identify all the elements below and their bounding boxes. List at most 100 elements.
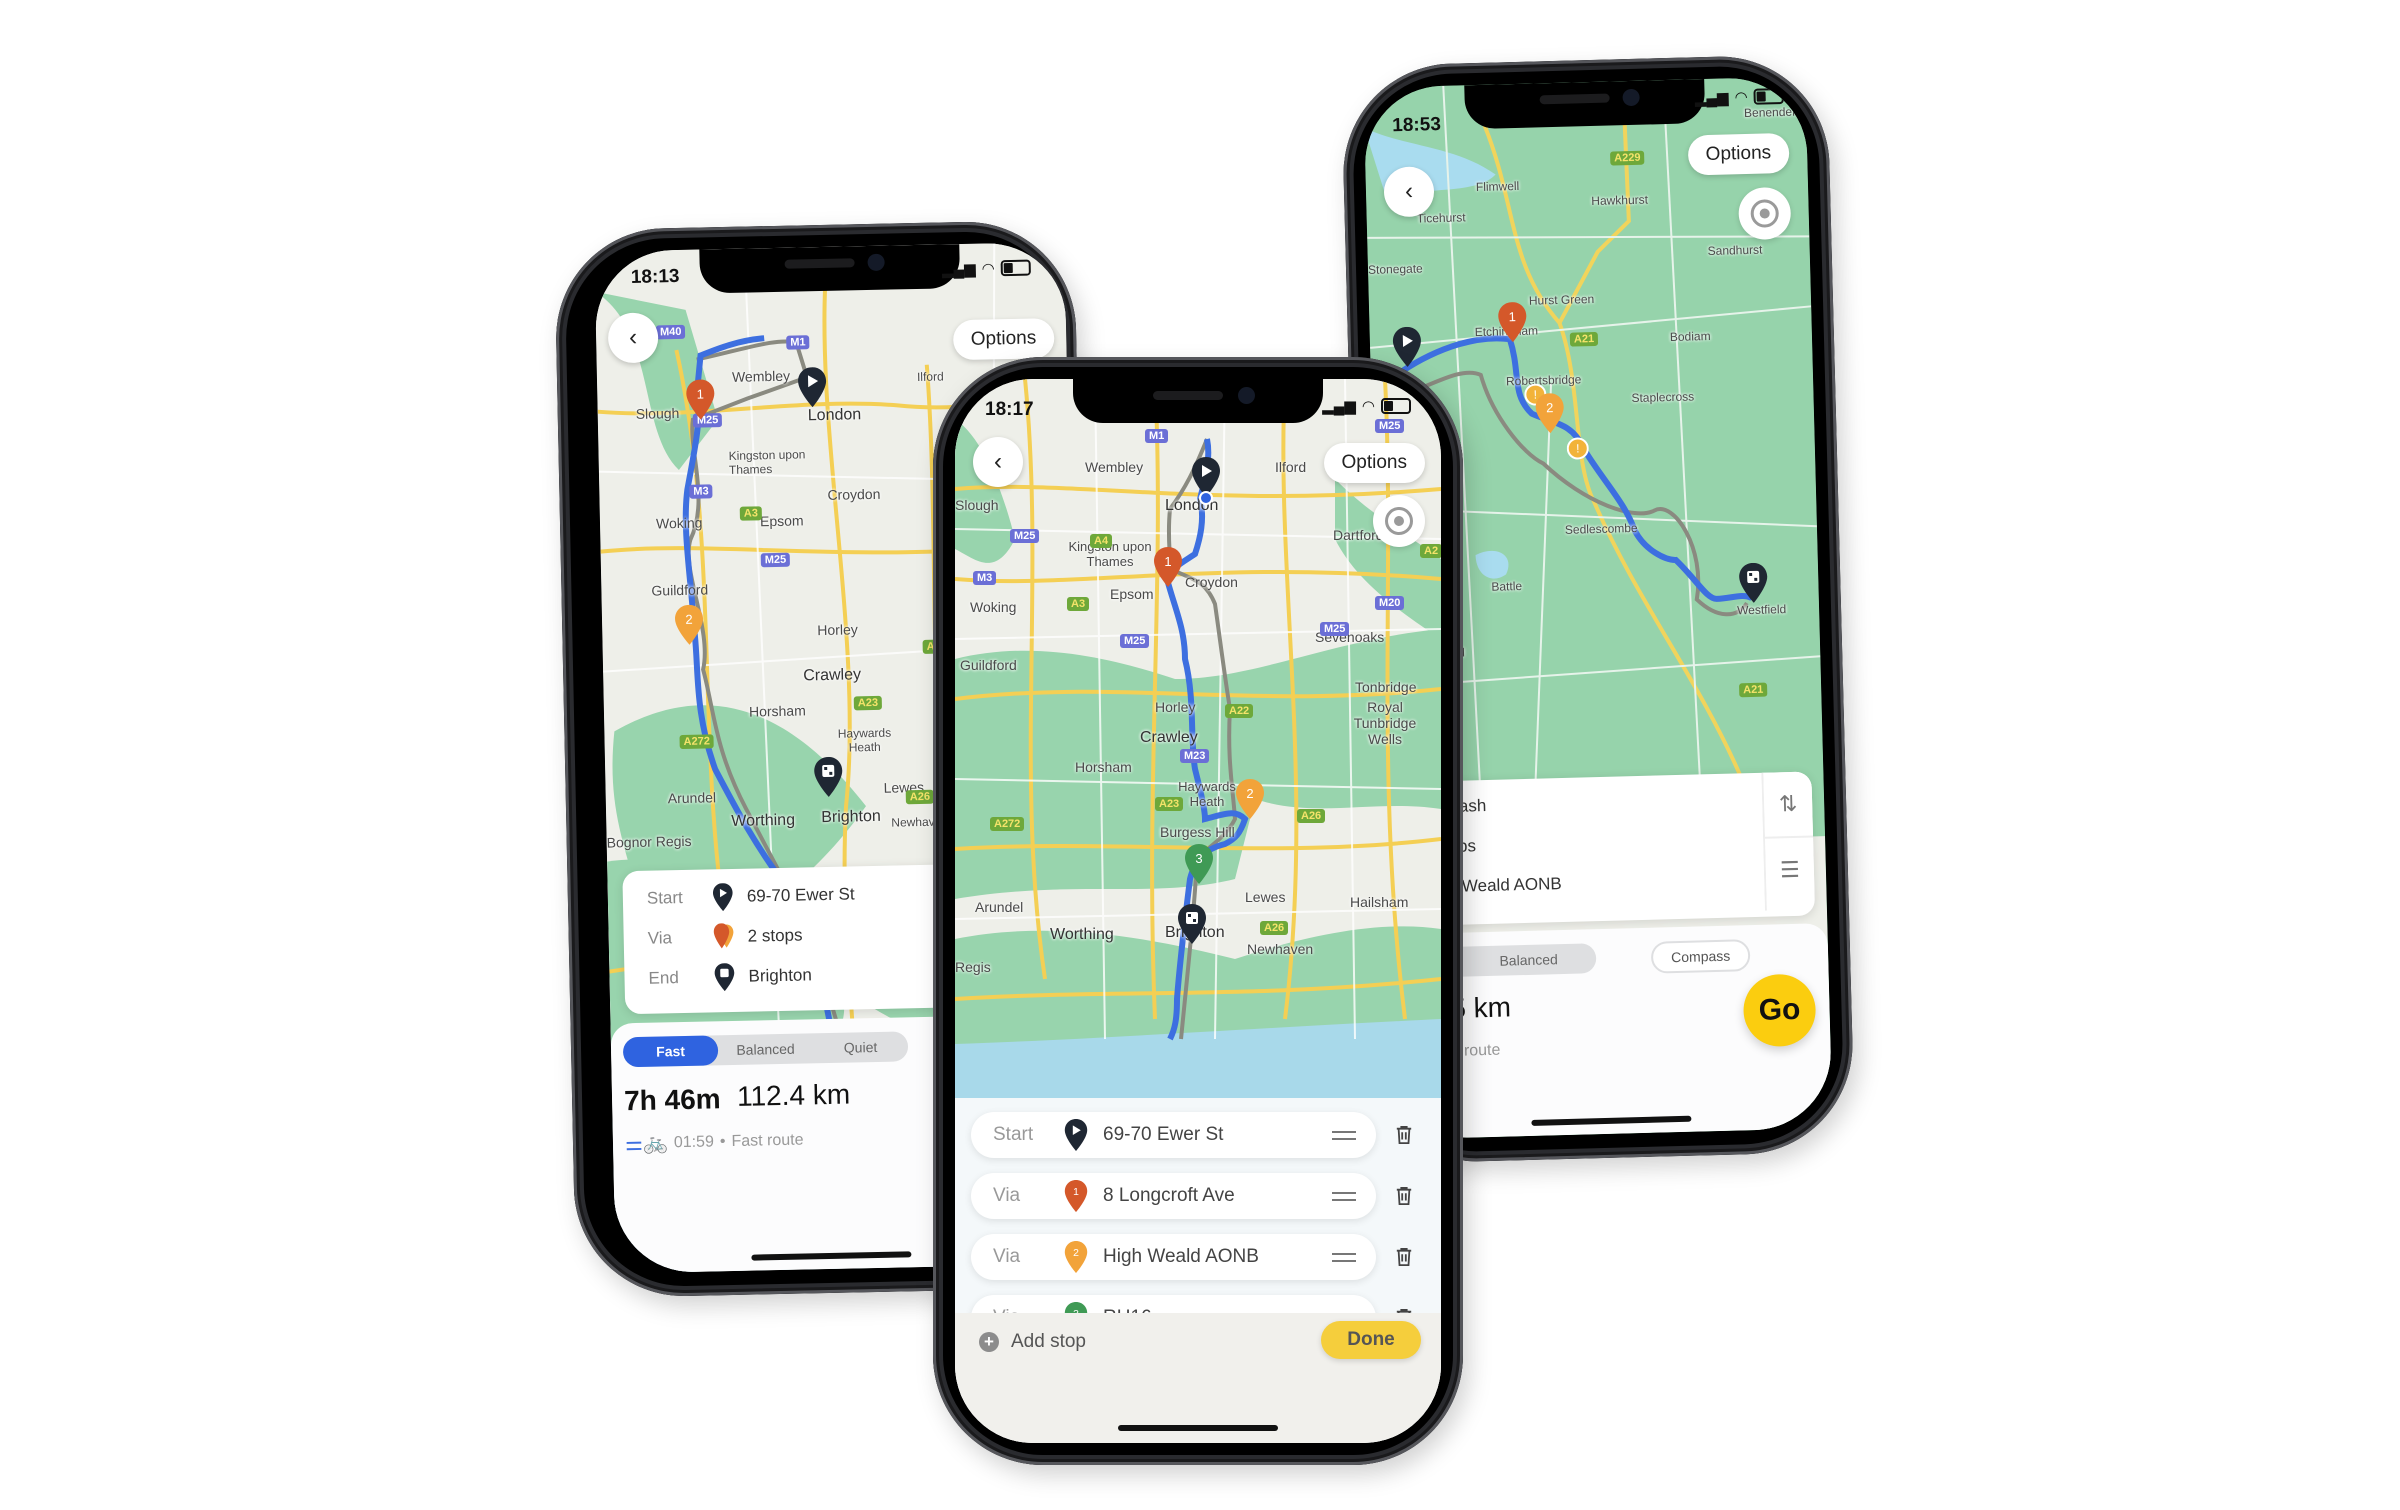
stop-2-marker[interactable]: 2 — [1534, 393, 1565, 434]
map-label: Bognor Regis — [606, 832, 692, 851]
plus-circle-icon: + — [979, 1332, 999, 1352]
end-label: End — [648, 968, 679, 988]
locate-me-button[interactable] — [1373, 495, 1425, 547]
road-shield: M40 — [655, 324, 686, 340]
delete-stop-button[interactable] — [1390, 1181, 1418, 1211]
map-label: Sandhurst — [1707, 242, 1763, 259]
center-phone-screen: 18:17 ▂▄▆ ◠ ‹ Options Wembley Ilford Slo… — [955, 379, 1441, 1443]
back-button[interactable]: ‹ — [973, 437, 1023, 487]
svg-text:3: 3 — [1195, 851, 1202, 866]
delete-stop-button[interactable] — [1390, 1242, 1418, 1272]
road-shield: A23 — [1155, 797, 1184, 811]
map-label: Crawley — [1140, 729, 1198, 746]
options-button[interactable]: Options — [1323, 443, 1425, 483]
stop-row-via-2[interactable]: Via 2 High Weald AONB — [971, 1234, 1376, 1280]
mode-quiet-tab[interactable]: Quiet — [813, 1031, 909, 1063]
road-shield: M25 — [1320, 622, 1350, 636]
stop-row-start[interactable]: Start 69-70 Ewer St — [971, 1112, 1376, 1158]
map-label: Croydon — [1185, 574, 1238, 590]
mode-balanced-tab[interactable]: Balanced — [1461, 943, 1597, 977]
warning-marker[interactable]: ! — [1566, 437, 1590, 460]
status-time: 18:53 — [1392, 113, 1442, 137]
road-shield: A26 — [1260, 921, 1289, 935]
map-label: Epsom — [759, 512, 804, 530]
road-shield: M3 — [973, 571, 997, 585]
start-pin-icon — [709, 883, 738, 912]
end-marker[interactable] — [1177, 904, 1207, 944]
stop-label: Via — [993, 1246, 1021, 1267]
stop-2-marker[interactable]: 2 — [1235, 779, 1265, 819]
map-label: Haywards Heath — [1178, 779, 1236, 809]
drag-handle-icon[interactable] — [1332, 1252, 1356, 1262]
stop-1-marker[interactable]: 1 — [1153, 547, 1183, 587]
options-button[interactable]: Options — [952, 318, 1055, 361]
map-label: Regis — [955, 959, 991, 975]
stop-name: High Weald AONB — [1103, 1246, 1259, 1267]
map-label: Lewes — [1245, 889, 1286, 905]
drag-handle-icon[interactable] — [1332, 1191, 1356, 1201]
map-label: Horley — [817, 621, 858, 639]
current-location-dot — [1199, 491, 1213, 505]
via-label: Via — [647, 928, 673, 948]
start-marker[interactable] — [1392, 326, 1423, 368]
options-button[interactable]: Options — [1687, 132, 1790, 176]
reverse-route-button[interactable]: ⇅ — [1763, 771, 1814, 839]
stop-3-marker[interactable]: 3 — [1184, 844, 1214, 884]
via-value: 2 stops — [747, 925, 803, 946]
go-button[interactable]: Go — [1742, 973, 1817, 1048]
add-stop-button[interactable]: ☰ — [1765, 837, 1815, 902]
svg-text:2: 2 — [685, 612, 693, 627]
svg-text:1: 1 — [1073, 1187, 1079, 1198]
chevron-left-icon: ‹ — [994, 448, 1002, 475]
map-label: Royal Tunbridge Wells — [1353, 699, 1417, 747]
stop-2-pin-icon: 2 — [1063, 1241, 1089, 1273]
start-value: 69-70 Ewer St — [746, 884, 855, 906]
wifi-icon: ◠ — [1361, 398, 1375, 415]
road-shield: A21 — [1569, 331, 1599, 347]
map-label: Epsom — [1110, 586, 1154, 602]
mode-balanced-tab[interactable]: Balanced — [718, 1033, 814, 1065]
map-label: Ticehurst — [1416, 210, 1466, 226]
map-label: Worthing — [731, 811, 796, 830]
stop-1-pin-icon: 1 — [1063, 1180, 1089, 1212]
summary-actions: ⇅ ☰ — [1761, 771, 1815, 911]
map-label: Horley — [1155, 699, 1196, 715]
map-label: Guildford — [651, 581, 709, 599]
map-label: Wembley — [731, 367, 791, 385]
road-shield: A26 — [905, 789, 935, 805]
map-label: Flimwell — [1475, 178, 1520, 195]
route-mode-selector[interactable]: Fast Balanced Quiet — [622, 1031, 909, 1068]
map-label: Slough — [635, 404, 680, 422]
stop-1-marker[interactable]: 1 — [685, 379, 716, 420]
map-label: Guildford — [960, 657, 1017, 673]
crosshair-icon — [1385, 507, 1413, 535]
road-shield: A23 — [853, 695, 883, 711]
status-time: 18:13 — [630, 265, 680, 288]
home-indicator — [1118, 1425, 1278, 1431]
end-marker[interactable] — [1738, 562, 1769, 604]
stop-label: Start — [993, 1124, 1034, 1145]
stop-row-via-1[interactable]: Via 1 8 Longcroft Ave — [971, 1173, 1376, 1219]
home-indicator — [751, 1251, 912, 1261]
start-label: Start — [646, 888, 683, 908]
drag-handle-icon[interactable] — [1332, 1130, 1356, 1140]
road-shield: A229 — [1610, 150, 1645, 166]
status-time: 18:17 — [985, 399, 1034, 420]
map-label: Haywards Heath — [837, 725, 892, 755]
delete-stop-button[interactable] — [1390, 1120, 1418, 1150]
stop-2-marker[interactable]: 2 — [674, 604, 705, 646]
map-label: Newhaven — [1247, 941, 1314, 957]
road-shield: M1 — [1145, 429, 1169, 443]
map-label: Burgess Hill — [1160, 824, 1235, 840]
stop-1-marker[interactable]: 1 — [1497, 302, 1528, 343]
start-marker[interactable] — [797, 367, 828, 408]
compass-button[interactable]: Compass — [1650, 939, 1751, 974]
crosshair-icon — [1750, 199, 1780, 228]
map-label: Benenden — [1743, 104, 1799, 121]
mode-fast-tab[interactable]: Fast — [622, 1035, 719, 1068]
add-stop-button[interactable]: + Add stop — [979, 1331, 1086, 1353]
map-label: Westfield — [1736, 602, 1787, 618]
route-meta: ⚌🚲 01:59 • Fast route — [624, 1131, 804, 1156]
done-button[interactable]: Done — [1321, 1321, 1421, 1359]
end-marker[interactable] — [813, 756, 844, 798]
